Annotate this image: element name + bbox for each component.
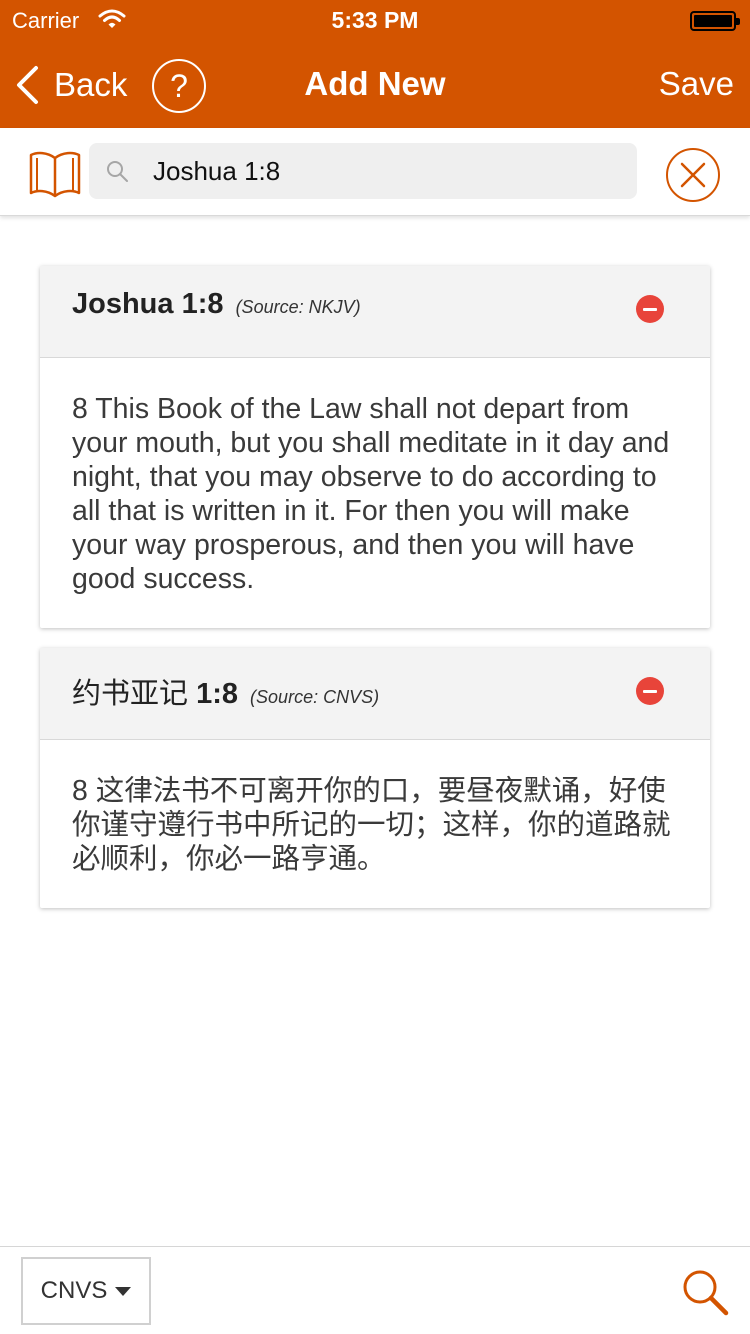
verse-source: (Source: NKJV) (235, 297, 361, 317)
dropdown-caret-icon (115, 1286, 132, 1296)
verse-ref-bold: Joshua 1:8 (72, 288, 224, 320)
version-select[interactable]: CNVS (21, 1257, 151, 1325)
remove-verse-button[interactable] (636, 295, 664, 323)
status-bar: Carrier 5:33 PM (0, 0, 750, 40)
verse-ref-bold: 1:8 (196, 678, 238, 710)
page-title: Add New (304, 65, 446, 102)
version-label: CNVS (40, 1277, 108, 1304)
verse-text: 8 This Book of the Law shall not depart … (72, 393, 670, 595)
top-bar: Carrier 5:33 PM Back ? Add New Save (0, 0, 750, 128)
verse-card: 约书亚记 1:8 (Source: CNVS) 8 这律法书不可离开你的口，要昼… (40, 648, 710, 908)
search-icon (107, 161, 128, 182)
verse-card-header: Joshua 1:8 (Source: NKJV) (40, 266, 710, 358)
search-field[interactable]: Joshua 1:8 (89, 143, 637, 199)
remove-verse-button[interactable] (636, 677, 664, 705)
nav-bar: Back ? Add New Save (0, 40, 750, 128)
book-icon[interactable] (29, 150, 81, 198)
verse-reference: Joshua 1:8 (Source: NKJV) (72, 288, 361, 321)
bottom-bar: CNVS (0, 1246, 750, 1334)
verse-source: (Source: CNVS) (250, 687, 380, 707)
clear-search-button[interactable] (666, 148, 720, 202)
verse-text: 8 这律法书不可离开你的口，要昼夜默诵，好使你谨守遵行书中所记的一切；这样，你的… (72, 775, 671, 875)
search-row: Joshua 1:8 (0, 128, 750, 216)
battery-icon (690, 11, 740, 31)
verse-reference: 约书亚记 1:8 (Source: CNVS) (72, 670, 379, 712)
verse-book-name: 约书亚记 (72, 678, 197, 710)
close-icon (680, 162, 706, 188)
search-input[interactable]: Joshua 1:8 (153, 156, 280, 187)
verse-card: Joshua 1:8 (Source: NKJV) 8 This Book of… (40, 266, 710, 628)
status-time: 5:33 PM (331, 7, 419, 33)
save-button[interactable]: Save (659, 65, 734, 103)
verse-card-header: 约书亚记 1:8 (Source: CNVS) (40, 648, 710, 740)
search-button[interactable] (678, 1265, 732, 1319)
